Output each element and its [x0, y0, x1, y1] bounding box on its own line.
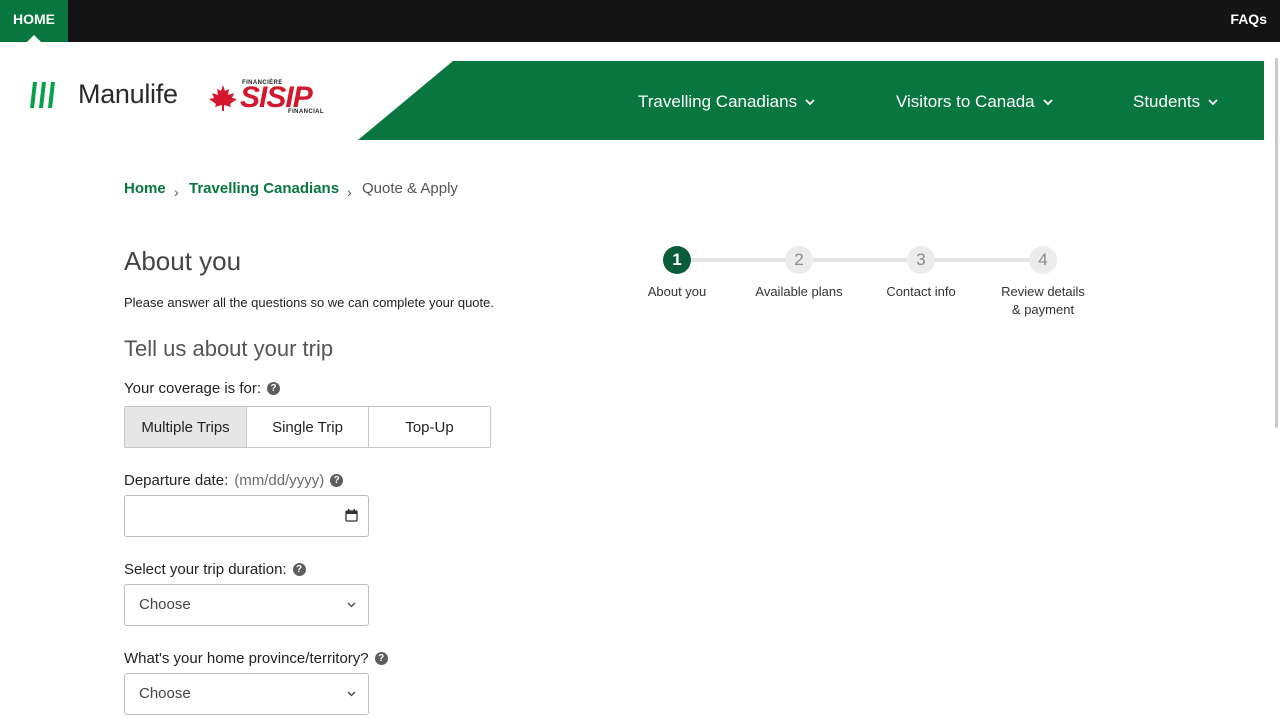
nav-item-label: Students: [1133, 92, 1201, 111]
chevron-down-icon: [1208, 98, 1218, 105]
breadcrumb-home-link[interactable]: Home: [124, 180, 166, 197]
help-icon[interactable]: ?: [267, 382, 281, 395]
home-tab-label: HOME: [13, 11, 55, 27]
chevron-down-icon: [805, 98, 815, 105]
step-2-circle: 2: [785, 246, 813, 274]
breadcrumb-current: Quote & Apply: [362, 180, 458, 197]
chevron-down-icon: [1042, 98, 1053, 105]
chevron-down-icon: [347, 691, 356, 697]
departure-format-hint: (mm/dd/yyyy): [234, 472, 325, 489]
coverage-type-selector: Multiple Trips Single Trip Top-Up: [124, 406, 491, 448]
nav-item-label: Visitors to Canada: [896, 92, 1035, 111]
chevron-down-icon: [347, 602, 356, 608]
departure-date-input[interactable]: [124, 495, 369, 537]
home-tab[interactable]: HOME: [0, 0, 68, 42]
coverage-label: Your coverage is for: ?: [124, 380, 281, 397]
breadcrumb-separator-icon: ›: [347, 184, 352, 200]
province-value: Choose: [139, 685, 191, 702]
province-select[interactable]: Choose: [124, 673, 369, 715]
nav-item-label: Travelling Canadians: [638, 92, 798, 111]
trip-duration-label: Select your trip duration: ?: [124, 561, 306, 578]
step-2-label: Available plans: [755, 284, 843, 299]
step-4-circle: 4: [1029, 246, 1057, 274]
manulife-logo-icon[interactable]: [28, 82, 56, 108]
help-icon[interactable]: ?: [374, 652, 388, 665]
page-scrollbar[interactable]: [1275, 58, 1278, 428]
sisip-bottom-text: FINANCIAL: [288, 109, 324, 115]
step-3-circle: 3: [907, 246, 935, 274]
page-title: About you: [124, 246, 242, 276]
faqs-link[interactable]: FAQs: [1230, 0, 1267, 38]
trip-duration-select[interactable]: Choose: [124, 584, 369, 626]
nav-travelling-canadians[interactable]: Travelling Canadians: [638, 92, 815, 112]
stepper-track: [690, 258, 1030, 262]
step-3-label: Contact info: [886, 284, 956, 299]
coverage-top-up-button[interactable]: Top-Up: [369, 407, 490, 447]
help-icon[interactable]: ?: [292, 563, 306, 576]
trip-duration-value: Choose: [139, 596, 191, 613]
intro-text: Please answer all the questions so we ca…: [124, 295, 494, 310]
help-icon[interactable]: ?: [330, 474, 344, 487]
province-label: What's your home province/territory? ?: [124, 650, 388, 667]
step-4-label: Review details & payment: [1001, 284, 1085, 317]
nav-students[interactable]: Students: [1133, 92, 1218, 112]
nav-visitors-to-canada[interactable]: Visitors to Canada: [896, 92, 1053, 112]
calendar-icon[interactable]: [345, 509, 358, 522]
coverage-label-text: Your coverage is for:: [124, 380, 262, 397]
breadcrumb-section-link[interactable]: Travelling Canadians: [189, 180, 339, 197]
breadcrumb-separator-icon: ›: [174, 184, 179, 200]
coverage-single-trip-button[interactable]: Single Trip: [247, 407, 369, 447]
coverage-multiple-trips-button[interactable]: Multiple Trips: [125, 407, 247, 447]
maple-leaf-icon: [209, 85, 237, 111]
duration-label-text: Select your trip duration:: [124, 561, 287, 578]
top-bar: HOME FAQs: [0, 0, 1280, 42]
departure-date-label: Departure date: (mm/dd/yyyy) ?: [124, 472, 344, 489]
departure-label-text: Departure date:: [124, 472, 229, 489]
sisip-logo[interactable]: FINANCIÈRE SISIP FINANCIAL: [206, 78, 336, 118]
manulife-logo-text[interactable]: Manulife: [78, 79, 178, 110]
province-label-text: What's your home province/territory?: [124, 650, 369, 667]
trip-section-heading: Tell us about your trip: [124, 336, 334, 361]
step-1-circle: 1: [663, 246, 691, 274]
active-tab-notch: [27, 35, 41, 42]
step-1-label: About you: [647, 284, 707, 299]
